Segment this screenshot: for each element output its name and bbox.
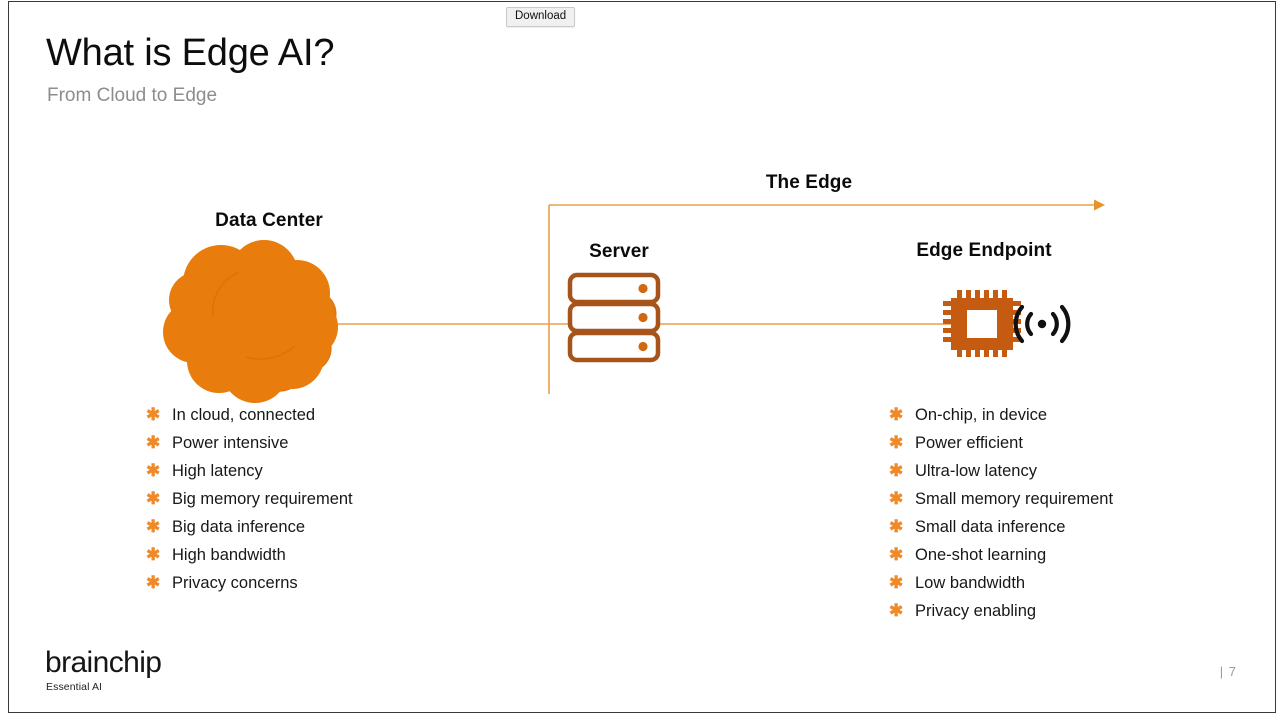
list-item: ✱ Privacy concerns xyxy=(146,574,353,602)
asterisk-bullet-icon: ✱ xyxy=(146,545,161,564)
page-number: | 7 xyxy=(1219,664,1237,679)
asterisk-bullet-icon: ✱ xyxy=(146,489,161,508)
edge-characteristics-list: ✱ On-chip, in device ✱ Power efficient ✱… xyxy=(889,406,1113,630)
list-item: ✱ Small memory requirement xyxy=(889,490,1113,518)
asterisk-bullet-icon: ✱ xyxy=(889,433,904,452)
page-title: What is Edge AI? xyxy=(46,32,335,74)
page-subtitle: From Cloud to Edge xyxy=(47,85,218,106)
list-item: ✱ Big data inference xyxy=(146,518,353,546)
list-item-label: On-chip, in device xyxy=(915,406,1048,424)
list-item-label: Ultra-low latency xyxy=(915,462,1037,480)
asterisk-bullet-icon: ✱ xyxy=(889,601,904,620)
asterisk-bullet-icon: ✱ xyxy=(889,489,904,508)
list-item-label: High latency xyxy=(172,462,263,480)
list-item: ✱ Privacy enabling xyxy=(889,602,1113,630)
list-item-label: Low bandwidth xyxy=(915,574,1026,592)
label-server: Server xyxy=(589,241,649,262)
list-item: ✱ Power intensive xyxy=(146,434,353,462)
list-item: ✱ Big memory requirement xyxy=(146,490,353,518)
list-item-label: Big memory requirement xyxy=(172,490,353,508)
list-item: ✱ One-shot learning xyxy=(889,546,1113,574)
asterisk-bullet-icon: ✱ xyxy=(889,461,904,480)
cloud-characteristics-list: ✱ In cloud, connected ✱ Power intensive … xyxy=(146,406,353,602)
list-item-label: Privacy enabling xyxy=(915,602,1037,620)
cloud-icon xyxy=(163,240,338,403)
list-item-label: Small memory requirement xyxy=(915,490,1114,508)
list-item: ✱ Low bandwidth xyxy=(889,574,1113,602)
list-item: ✱ Small data inference xyxy=(889,518,1113,546)
label-edge-endpoint: Edge Endpoint xyxy=(916,240,1052,261)
asterisk-bullet-icon: ✱ xyxy=(146,405,161,424)
list-item-label: Small data inference xyxy=(915,518,1066,536)
list-item: ✱ High bandwidth xyxy=(146,546,353,574)
brand-logo: brainchip xyxy=(45,646,162,679)
right-arrow-icon xyxy=(549,199,1105,211)
asterisk-bullet-icon: ✱ xyxy=(146,433,161,452)
wireless-signal-icon xyxy=(1013,304,1071,344)
download-button[interactable]: Download xyxy=(506,7,576,27)
microchip-icon xyxy=(943,290,1021,357)
asterisk-bullet-icon: ✱ xyxy=(889,405,904,424)
list-item: ✱ Ultra-low latency xyxy=(889,462,1113,490)
server-rack-icon xyxy=(567,272,661,363)
label-the-edge: The Edge xyxy=(765,172,853,193)
asterisk-bullet-icon: ✱ xyxy=(146,573,161,592)
list-item: ✱ On-chip, in device xyxy=(889,406,1113,434)
asterisk-bullet-icon: ✱ xyxy=(889,517,904,536)
asterisk-bullet-icon: ✱ xyxy=(146,461,161,480)
list-item: ✱ In cloud, connected xyxy=(146,406,353,434)
list-item-label: Big data inference xyxy=(172,518,306,536)
list-item-label: Power intensive xyxy=(172,434,289,452)
list-item-label: In cloud, connected xyxy=(172,406,316,424)
slide-canvas: What is Edge AI? From Cloud to Edge Data… xyxy=(8,1,1276,713)
list-item: ✱ High latency xyxy=(146,462,353,490)
asterisk-bullet-icon: ✱ xyxy=(889,545,904,564)
list-item: ✱ Power efficient xyxy=(889,434,1113,462)
list-item-label: Privacy concerns xyxy=(172,574,298,592)
list-item-label: One-shot learning xyxy=(915,546,1047,564)
asterisk-bullet-icon: ✱ xyxy=(889,573,904,592)
asterisk-bullet-icon: ✱ xyxy=(146,517,161,536)
label-data-center: Data Center xyxy=(215,210,323,231)
list-item-label: High bandwidth xyxy=(172,546,286,564)
brand-tagline: Essential AI xyxy=(46,681,103,693)
list-item-label: Power efficient xyxy=(915,434,1023,452)
